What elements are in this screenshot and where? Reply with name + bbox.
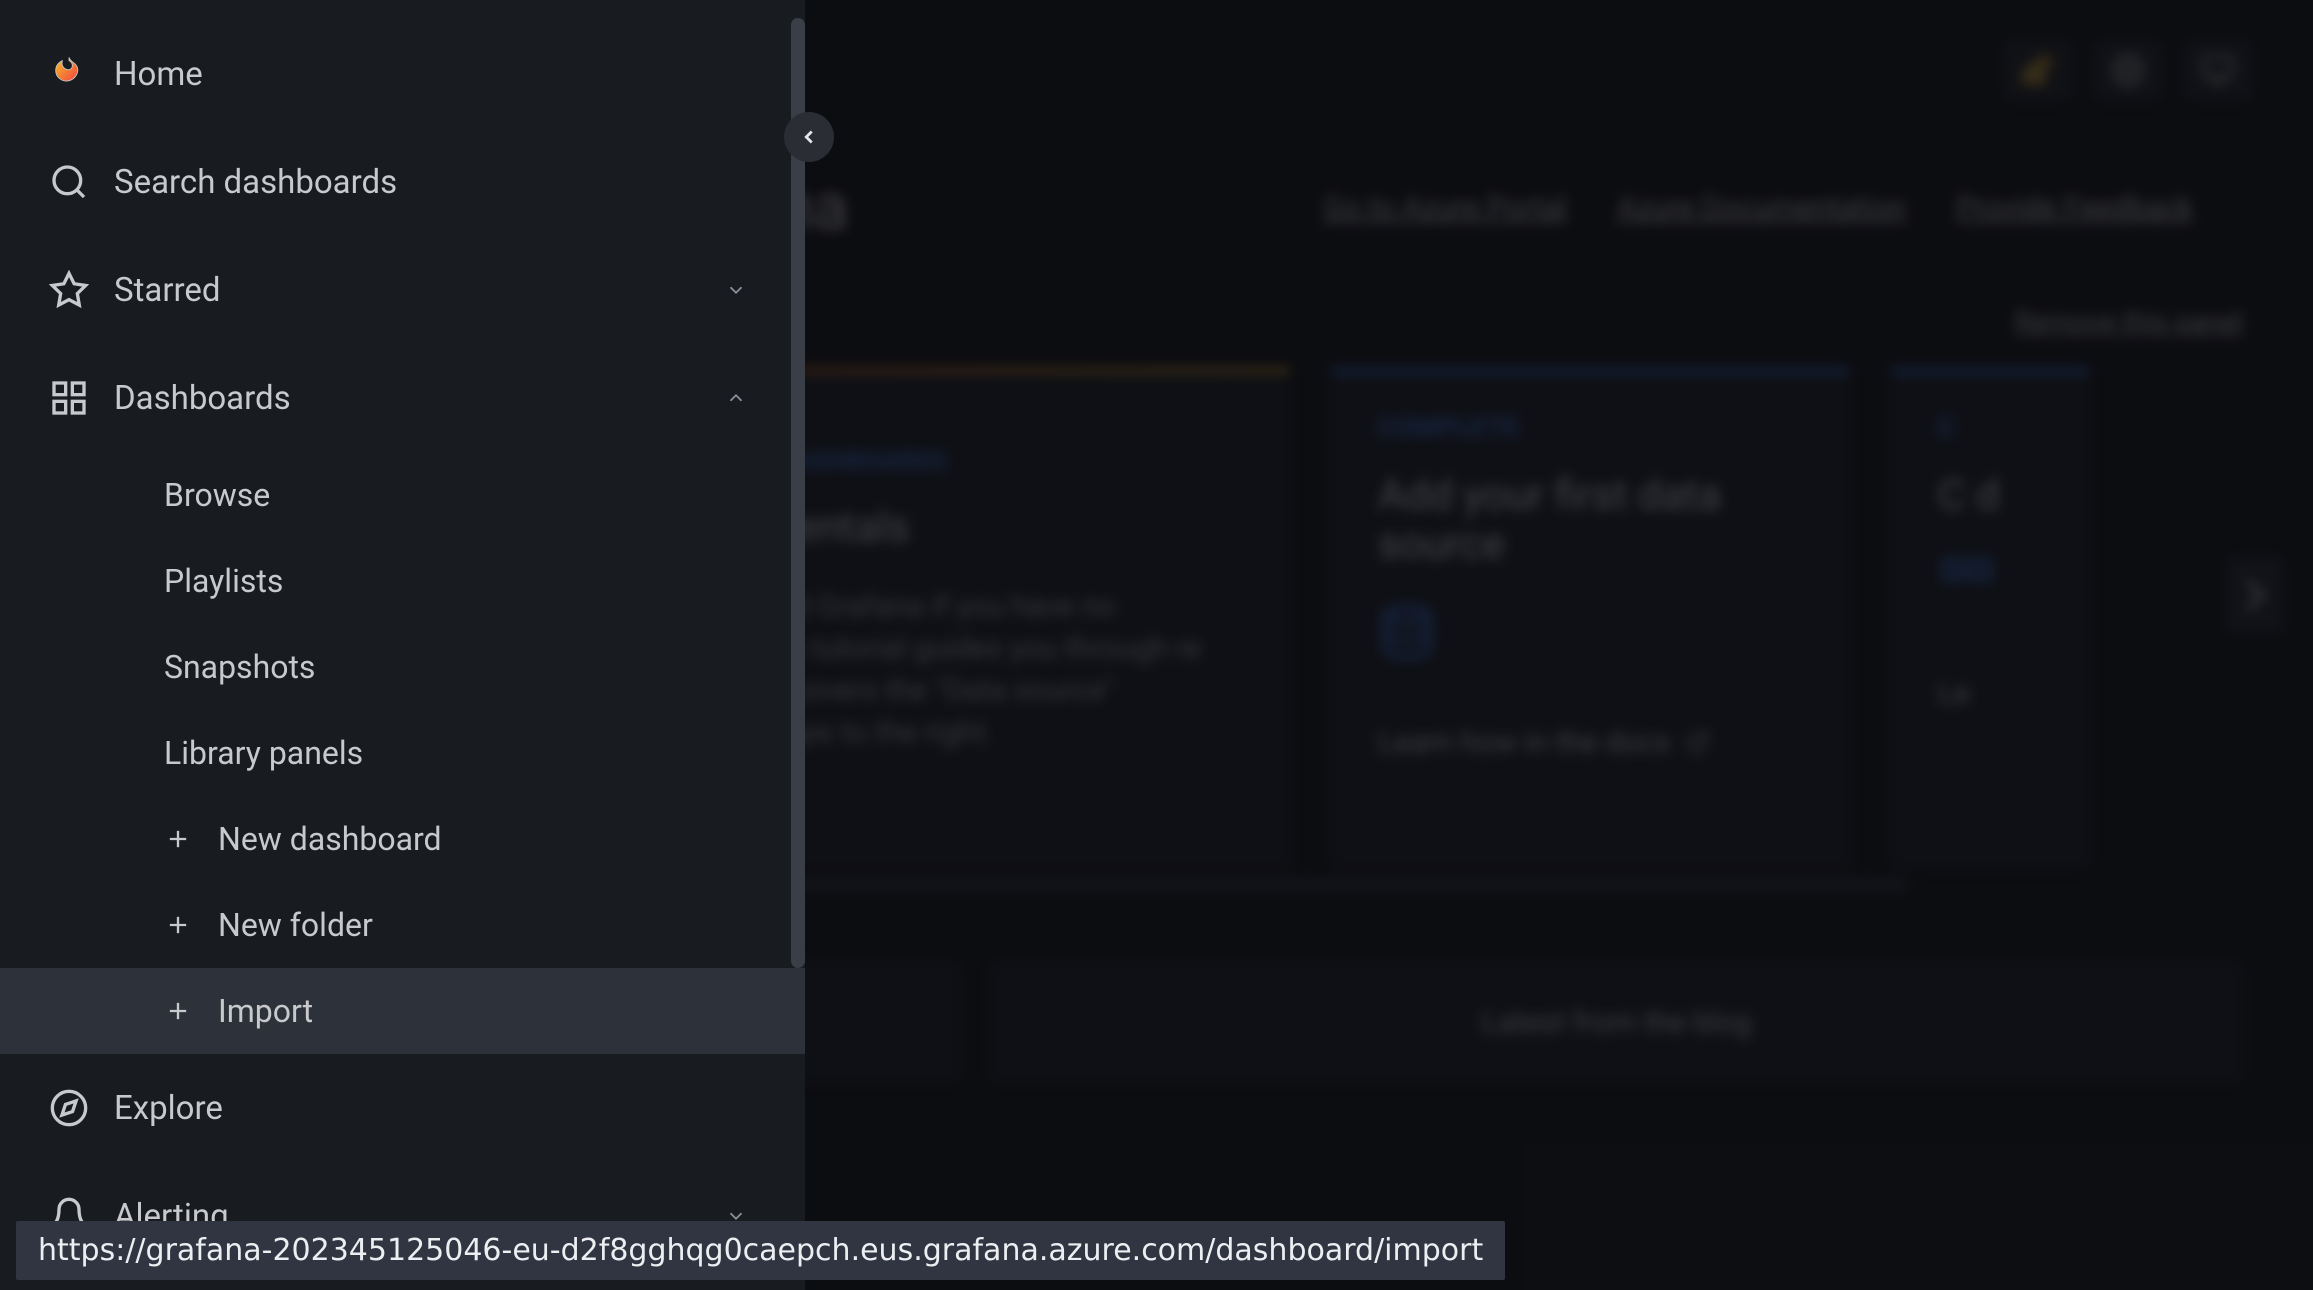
nav-item-dashboards[interactable]: Dashboards bbox=[0, 344, 805, 452]
app-root: d Grafana Go to Azure Portal Azure Docum… bbox=[0, 0, 2313, 1290]
nav-item-home[interactable]: Home bbox=[0, 20, 805, 128]
plus-icon bbox=[164, 997, 192, 1025]
plus-icon bbox=[164, 825, 192, 853]
sub-label: Snapshots bbox=[164, 648, 315, 686]
dashboards-icon bbox=[34, 378, 104, 418]
action-label: Import bbox=[218, 992, 313, 1030]
nav-item-explore[interactable]: Explore bbox=[0, 1054, 805, 1162]
nav-label: Home bbox=[114, 55, 771, 94]
sub-label: Browse bbox=[164, 476, 270, 514]
sidebar: Home Search dashboards Starred bbox=[0, 0, 805, 1290]
action-new-folder[interactable]: New folder bbox=[0, 882, 805, 968]
sub-label: Library panels bbox=[164, 734, 363, 772]
nav-label: Explore bbox=[114, 1089, 771, 1128]
plus-icon bbox=[164, 911, 192, 939]
chevron-down-icon bbox=[725, 271, 747, 310]
nav-list: Home Search dashboards Starred bbox=[0, 0, 805, 1290]
nav-label: Starred bbox=[114, 271, 725, 310]
sub-item-library-panels[interactable]: Library panels bbox=[0, 710, 805, 796]
chevron-up-icon bbox=[725, 379, 747, 418]
nav-item-search[interactable]: Search dashboards bbox=[0, 128, 805, 236]
action-label: New folder bbox=[218, 906, 373, 944]
collapse-sidebar-button[interactable] bbox=[784, 112, 834, 162]
compass-icon bbox=[34, 1088, 104, 1128]
nav-item-starred[interactable]: Starred bbox=[0, 236, 805, 344]
sub-label: Playlists bbox=[164, 562, 283, 600]
action-label: New dashboard bbox=[218, 820, 442, 858]
search-icon bbox=[34, 162, 104, 202]
sub-item-browse[interactable]: Browse bbox=[0, 452, 805, 538]
status-url-tooltip: https://grafana-202345125046-eu-d2f8gghq… bbox=[16, 1221, 1505, 1280]
action-import[interactable]: Import bbox=[0, 968, 805, 1054]
star-icon bbox=[34, 270, 104, 310]
nav-label: Search dashboards bbox=[114, 163, 771, 202]
nav-label: Dashboards bbox=[114, 379, 725, 418]
sub-item-snapshots[interactable]: Snapshots bbox=[0, 624, 805, 710]
sub-item-playlists[interactable]: Playlists bbox=[0, 538, 805, 624]
action-new-dashboard[interactable]: New dashboard bbox=[0, 796, 805, 882]
dashboards-submenu: Browse Playlists Snapshots Library panel… bbox=[0, 452, 805, 1054]
grafana-logo-icon bbox=[34, 54, 104, 94]
